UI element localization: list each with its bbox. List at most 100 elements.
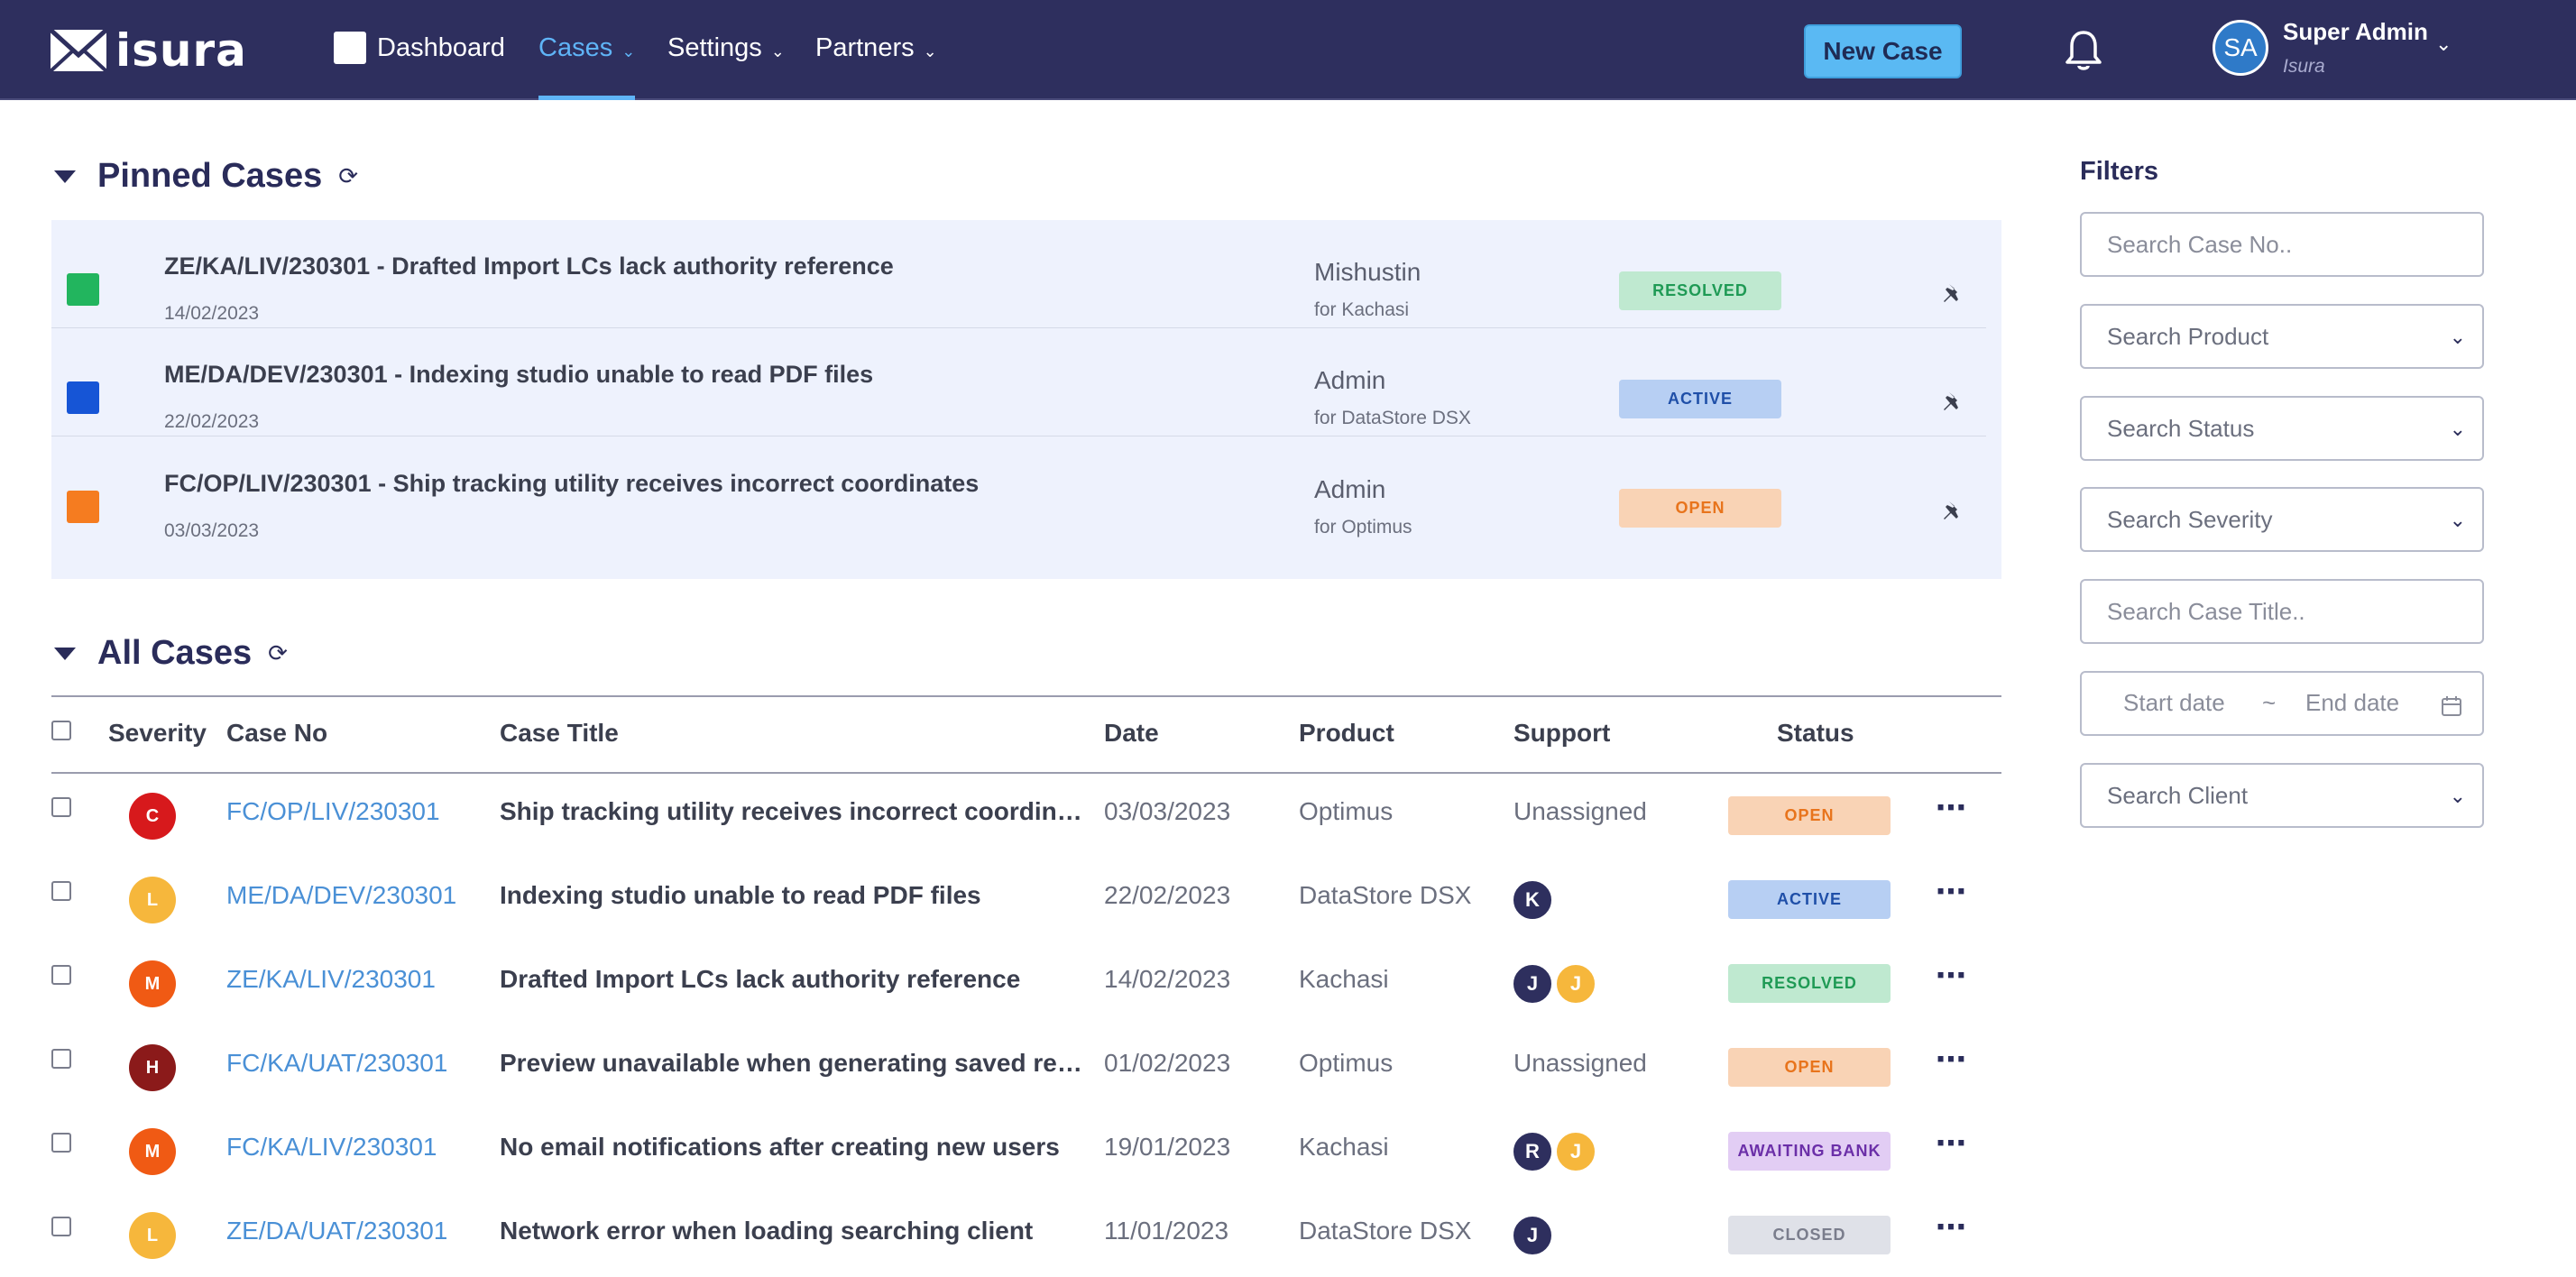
row-checkbox[interactable]	[51, 797, 71, 817]
case-product: Optimus	[1299, 797, 1394, 825]
support-avatar[interactable]: K	[1512, 879, 1553, 921]
case-no-filter[interactable]	[2080, 212, 2484, 277]
row-checkbox[interactable]	[51, 1133, 71, 1153]
support-avatar[interactable]: J	[1555, 1131, 1596, 1172]
nav-cases[interactable]: Cases ⌄	[538, 27, 635, 69]
support-avatar[interactable]: J	[1512, 1215, 1553, 1256]
refresh-icon[interactable]: ⟳	[338, 162, 358, 190]
pinned-case-assignee: Admin	[1314, 475, 1386, 503]
table-row[interactable]: L ZE/DA/UAT/230301 Network error when load…	[0, 1193, 2576, 1277]
start-date-input[interactable]: Start date	[2123, 689, 2225, 717]
support-unassigned: Unassigned	[1513, 797, 1647, 825]
severity-filter-select[interactable]: Search Severity ⌄	[2080, 487, 2484, 552]
table-row[interactable]: M FC/KA/LIV/230301 No email notifications …	[0, 1109, 2576, 1193]
row-checkbox[interactable]	[51, 965, 71, 985]
collapse-triangle-icon[interactable]	[54, 647, 76, 660]
case-no-link[interactable]: FC/KA/UAT/230301	[226, 1049, 447, 1078]
notification-bell-icon[interactable]	[2060, 27, 2107, 74]
col-case-title[interactable]: Case Title	[500, 719, 619, 748]
case-title[interactable]: No email notifications after creating ne…	[500, 1133, 1082, 1162]
pin-icon[interactable]	[1940, 390, 1965, 415]
pinned-row[interactable]: ZE/KA/LIV/230301 - Drafted Import LCs la…	[51, 220, 1986, 328]
top-navbar: isura Dashboard Cases ⌄ Settings ⌄ Partn…	[0, 0, 2576, 100]
pin-icon[interactable]	[1940, 281, 1965, 307]
pinned-case-title[interactable]: ME/DA/DEV/230301 - Indexing studio unabl…	[164, 361, 873, 389]
support-avatar[interactable]: R	[1512, 1131, 1553, 1172]
case-no-link[interactable]: FC/KA/LIV/230301	[226, 1133, 437, 1162]
pinned-row[interactable]: FC/OP/LIV/230301 - Ship tracking utility…	[51, 437, 1986, 546]
row-checkbox[interactable]	[51, 881, 71, 901]
chevron-down-icon: ⌄	[2449, 785, 2466, 807]
case-title[interactable]: Network error when loading searching cli…	[500, 1217, 1082, 1245]
case-title[interactable]: Preview unavailable when generating save…	[500, 1049, 1082, 1078]
status-filter-select[interactable]: Search Status ⌄	[2080, 396, 2484, 461]
date-range-picker[interactable]: Start date ~ End date	[2080, 671, 2484, 736]
more-options-icon[interactable]: ⋯	[1936, 1042, 1968, 1078]
nav-dashboard[interactable]: Dashboard	[334, 27, 505, 69]
case-no-link[interactable]: ME/DA/DEV/230301	[226, 881, 456, 910]
case-no-search-input[interactable]	[2107, 230, 2482, 259]
pin-icon[interactable]	[1940, 499, 1965, 524]
case-date: 11/01/2023	[1104, 1217, 1229, 1245]
case-title-filter[interactable]	[2080, 579, 2484, 644]
select-all-checkbox[interactable]	[51, 721, 71, 740]
pinned-cases-header[interactable]: Pinned Cases ⟳	[54, 157, 358, 196]
user-avatar[interactable]: SA	[2213, 20, 2268, 76]
col-date[interactable]: Date	[1104, 719, 1159, 748]
new-case-button[interactable]: New Case	[1804, 24, 1962, 78]
table-row[interactable]: L ME/DA/DEV/230301 Indexing studio unable …	[0, 858, 2576, 942]
user-name[interactable]: Super Admin	[2283, 18, 2428, 46]
chevron-down-icon: ⌄	[770, 41, 785, 60]
product-filter-select[interactable]: Search Product ⌄	[2080, 304, 2484, 369]
table-row[interactable]: H FC/KA/UAT/230301 Preview unavailable whe…	[0, 1025, 2576, 1109]
chevron-down-icon: ⌄	[2449, 418, 2466, 440]
col-status[interactable]: Status	[1777, 719, 1854, 748]
case-title[interactable]: Indexing studio unable to read PDF files	[500, 881, 1082, 910]
pinned-cases-title: Pinned Cases	[97, 157, 323, 195]
table-row[interactable]: M ZE/KA/LIV/230301 Drafted Import LCs lack…	[0, 942, 2576, 1025]
col-support[interactable]: Support	[1513, 719, 1610, 748]
nav-settings[interactable]: Settings ⌄	[667, 27, 785, 69]
pinned-row[interactable]: ME/DA/DEV/230301 - Indexing studio unabl…	[51, 328, 1986, 436]
case-date: 22/02/2023	[1104, 881, 1231, 909]
severity-indicator: H	[129, 1044, 176, 1091]
col-case-no[interactable]: Case No	[226, 719, 327, 748]
more-options-icon[interactable]: ⋯	[1936, 874, 1968, 910]
case-title-search-input[interactable]	[2107, 597, 2482, 626]
brand-name: isura	[115, 24, 247, 77]
case-title[interactable]: Ship tracking utility receives incorrect…	[500, 797, 1082, 826]
case-no-link[interactable]: FC/OP/LIV/230301	[226, 797, 440, 826]
chevron-down-icon: ⌄	[2449, 509, 2466, 531]
all-cases-header[interactable]: All Cases ⟳	[54, 634, 288, 673]
calendar-icon[interactable]	[2441, 695, 2462, 717]
pinned-case-date: 22/02/2023	[164, 411, 260, 432]
case-no-link[interactable]: ZE/KA/LIV/230301	[226, 965, 436, 994]
refresh-icon[interactable]: ⟳	[268, 639, 288, 667]
chevron-down-icon[interactable]: ⌄	[2435, 32, 2452, 56]
more-options-icon[interactable]: ⋯	[1936, 790, 1968, 826]
more-options-icon[interactable]: ⋯	[1936, 1209, 1968, 1245]
col-severity[interactable]: Severity	[108, 719, 207, 748]
collapse-triangle-icon[interactable]	[54, 170, 76, 183]
status-badge: ACTIVE	[1619, 380, 1781, 418]
end-date-input[interactable]: End date	[2305, 689, 2399, 717]
chevron-down-icon: ⌄	[2449, 326, 2466, 348]
support-avatar[interactable]: J	[1512, 963, 1553, 1005]
col-product[interactable]: Product	[1299, 719, 1394, 748]
client-filter-select[interactable]: Search Client ⌄	[2080, 763, 2484, 828]
nav-partners[interactable]: Partners ⌄	[815, 27, 937, 69]
support-avatar[interactable]: J	[1555, 963, 1596, 1005]
pinned-case-title[interactable]: FC/OP/LIV/230301 - Ship tracking utility…	[164, 470, 979, 498]
pinned-case-title[interactable]: ZE/KA/LIV/230301 - Drafted Import LCs la…	[164, 253, 894, 280]
brand-logo[interactable]: isura	[49, 23, 247, 78]
row-checkbox[interactable]	[51, 1217, 71, 1236]
more-options-icon[interactable]: ⋯	[1936, 958, 1968, 994]
case-no-link[interactable]: ZE/DA/UAT/230301	[226, 1217, 447, 1245]
row-checkbox[interactable]	[51, 1049, 71, 1069]
case-title[interactable]: Drafted Import LCs lack authority refere…	[500, 965, 1082, 994]
status-filter-value: Search Status	[2107, 414, 2255, 442]
chevron-down-icon: ⌄	[923, 41, 937, 60]
case-date: 03/03/2023	[1104, 797, 1231, 825]
more-options-icon[interactable]: ⋯	[1936, 1125, 1968, 1162]
pinned-case-date: 14/02/2023	[164, 303, 260, 324]
